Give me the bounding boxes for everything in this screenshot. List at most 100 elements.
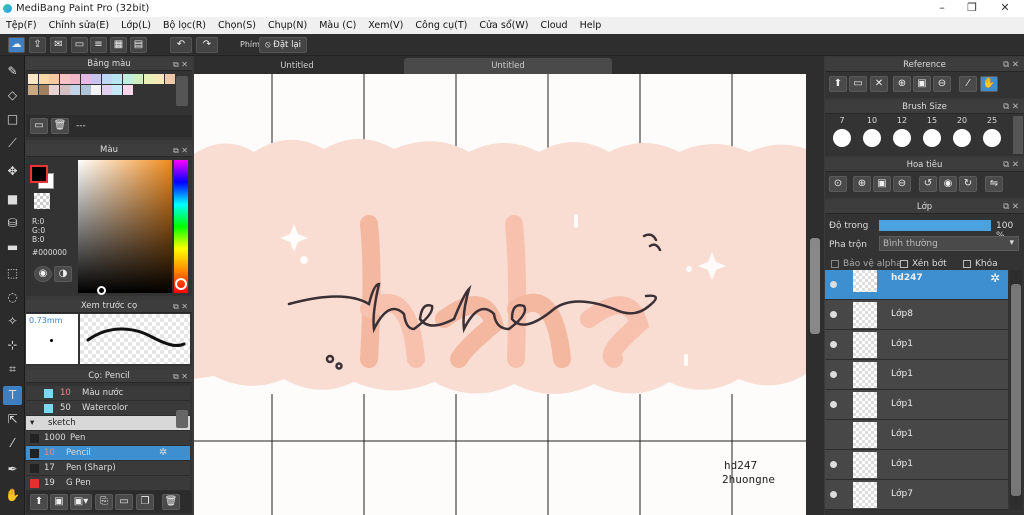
eraser-icon[interactable]: ◇: [3, 86, 22, 105]
dot-tool-icon[interactable]: □: [3, 110, 22, 129]
brush-size-preset[interactable]: 15: [917, 116, 947, 154]
visibility-icon[interactable]: [830, 371, 837, 378]
brush-size-preset[interactable]: 20: [947, 116, 977, 154]
palette-swatch[interactable]: [101, 85, 112, 95]
palette-swatch[interactable]: [59, 85, 70, 95]
brush-duplicate-icon[interactable]: ❐: [136, 494, 154, 510]
brush-item[interactable]: 10 Màu nước: [26, 386, 190, 401]
fit-icon[interactable]: ▣: [873, 176, 891, 192]
menu-select[interactable]: Chọn(S): [212, 20, 262, 31]
text-tool-icon[interactable]: T: [3, 386, 22, 405]
operation-icon[interactable]: ⇱: [3, 410, 22, 429]
palette-swatch[interactable]: [70, 85, 80, 95]
gradient-icon[interactable]: ▬: [3, 238, 22, 257]
brush-menu-icon[interactable]: ▣▾: [70, 494, 92, 510]
add-brush-icon[interactable]: ⬆: [30, 494, 48, 510]
layer-scroll-thumb[interactable]: [1011, 284, 1021, 496]
flip-icon[interactable]: ⇋: [985, 176, 1003, 192]
brush-open-icon[interactable]: ▭: [115, 494, 133, 510]
saturation-value-field[interactable]: [78, 160, 172, 293]
layer-item[interactable]: Lớp1: [825, 390, 1008, 420]
palette-swatch[interactable]: [38, 85, 49, 95]
visibility-icon[interactable]: [830, 311, 837, 318]
delete-palette-icon[interactable]: 🗑: [51, 118, 69, 134]
brush-size-preset[interactable]: 12: [887, 116, 917, 154]
layer-item[interactable]: Lớp7: [825, 480, 1008, 510]
tab-untitled-active[interactable]: Untitled: [404, 58, 612, 74]
visibility-icon[interactable]: [830, 401, 837, 408]
pen-tool-icon[interactable]: ✒: [3, 460, 22, 479]
folder-icon[interactable]: ▭: [849, 76, 867, 92]
comment-icon[interactable]: ✉: [50, 37, 67, 53]
close-reference-icon[interactable]: ✕: [870, 76, 888, 92]
collapse-icon[interactable]: ▾: [30, 418, 34, 428]
palette-swatch[interactable]: [101, 74, 112, 84]
brush-tool-icon[interactable]: ✎: [3, 62, 22, 81]
palette-swatch[interactable]: [70, 74, 80, 84]
panel-menu-icon[interactable]: ⧉ ✕: [1003, 158, 1019, 172]
undo-icon[interactable]: ↶: [170, 37, 192, 53]
reset-button[interactable]: ⦸ Đặt lại: [259, 37, 307, 53]
close-button[interactable]: ✕: [990, 0, 1020, 17]
brush-item-selected[interactable]: 10 Pencil ✲: [26, 446, 190, 461]
palette-swatch[interactable]: [164, 74, 175, 84]
fill-rect-icon[interactable]: ■: [3, 190, 22, 209]
panel-menu-icon[interactable]: ⧉ ✕: [173, 300, 188, 313]
layer-item-selected[interactable]: hd247 ✲: [825, 270, 1008, 300]
menu-filter[interactable]: Bộ lọc(R): [157, 20, 212, 31]
menu-window[interactable]: Cửa sổ(W): [473, 20, 534, 31]
brush-size-scrollbar[interactable]: [1013, 116, 1023, 154]
palette-swatch[interactable]: [91, 74, 101, 84]
menu-tools[interactable]: Công cụ(T): [409, 20, 473, 31]
clipping-checkbox[interactable]: [900, 260, 908, 268]
palette-swatch[interactable]: [154, 74, 164, 84]
page-icon[interactable]: ▭: [71, 37, 88, 53]
visibility-icon[interactable]: [830, 461, 837, 468]
hand-icon[interactable]: ✋: [980, 76, 998, 92]
cloud-icon[interactable]: ☁: [8, 37, 25, 53]
grid-icon[interactable]: ▦: [110, 37, 127, 53]
line-tool-icon[interactable]: ⟋: [3, 134, 22, 153]
layer-scrollbar[interactable]: [1010, 270, 1022, 510]
layout-icon[interactable]: ▤: [130, 37, 147, 53]
layer-item[interactable]: Lớp8: [825, 300, 1008, 330]
lock-checkbox[interactable]: [963, 260, 971, 268]
menu-view[interactable]: Xem(V): [362, 20, 409, 31]
panel-menu-icon[interactable]: ⧉ ✕: [1003, 58, 1019, 72]
scroll-thumb[interactable]: [810, 238, 820, 334]
foreground-color[interactable]: [30, 165, 48, 183]
color-picker-icon[interactable]: ◉: [34, 266, 52, 282]
layer-settings-icon[interactable]: ✲: [990, 271, 1000, 285]
palette-swatch[interactable]: [28, 85, 38, 95]
brush-item[interactable]: 17 Pen (Sharp): [26, 461, 190, 476]
menu-color[interactable]: Màu (C): [313, 20, 362, 31]
new-palette-icon[interactable]: ▭: [30, 118, 48, 134]
transparent-color[interactable]: [34, 193, 50, 209]
panel-menu-icon[interactable]: ⧉ ✕: [1003, 100, 1019, 114]
eyedropper-icon[interactable]: ⁄: [3, 434, 22, 453]
zoom-out-icon[interactable]: ⊖: [933, 76, 951, 92]
upload-icon[interactable]: ⬆: [829, 76, 847, 92]
tab-untitled[interactable]: Untitled: [202, 58, 392, 74]
visibility-icon[interactable]: [830, 491, 837, 498]
select-pen-icon[interactable]: ⊹: [3, 336, 22, 355]
bucket-icon[interactable]: ⛁: [3, 214, 22, 233]
brush-size-preset[interactable]: 7: [827, 116, 857, 154]
zoom-in-icon[interactable]: ⊕: [893, 76, 911, 92]
rotate-right-icon[interactable]: ↻: [959, 176, 977, 192]
brush-delete-icon[interactable]: 🗑: [162, 494, 180, 510]
palette-swatch[interactable]: [80, 74, 91, 84]
menu-cloud[interactable]: Cloud: [534, 20, 573, 31]
drawing-canvas[interactable]: hd247 2huongne: [194, 74, 806, 515]
minimize-button[interactable]: –: [927, 0, 957, 17]
brush-list-scrollbar[interactable]: [176, 410, 188, 428]
color-cursor[interactable]: [97, 286, 106, 295]
palette-swatch[interactable]: [133, 74, 143, 84]
panel-menu-icon[interactable]: ⧉ ✕: [173, 370, 188, 383]
palette-swatch[interactable]: [49, 85, 59, 95]
crop-icon[interactable]: ⌗: [3, 360, 22, 379]
palette-swatch[interactable]: [112, 85, 122, 95]
layer-item[interactable]: Lớp1: [825, 450, 1008, 480]
palette-swatch[interactable]: [80, 85, 91, 95]
color-set-icon[interactable]: ◑: [54, 266, 72, 282]
